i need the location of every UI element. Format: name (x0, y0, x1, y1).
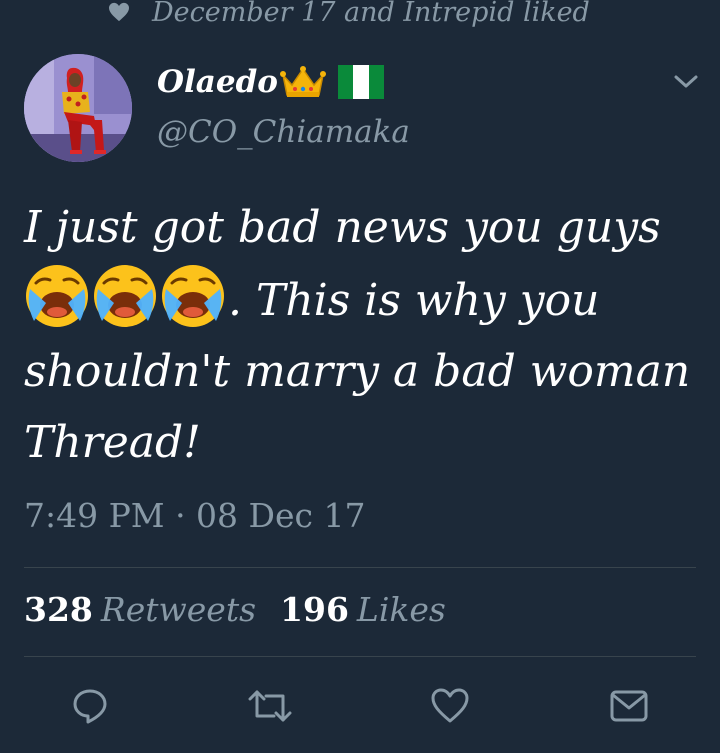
tweet-timestamp[interactable]: 7:49 PM · 08 Dec 17 (24, 496, 366, 535)
social-context-text: December 17 and Intrepid liked (152, 0, 590, 28)
heart-icon (109, 2, 129, 22)
crown-icon (279, 66, 326, 97)
author-handle[interactable]: @CO_Chiamaka (157, 114, 410, 150)
tweet-text-line: Thread! (24, 417, 201, 468)
author-name-row[interactable]: Olaedo (157, 60, 384, 104)
retweets-count[interactable]: 328 (24, 590, 93, 629)
emoji-group (24, 263, 228, 329)
avatar[interactable] (24, 54, 132, 162)
retweets-label[interactable]: Retweets (101, 590, 256, 629)
like-button[interactable] (428, 684, 472, 728)
likes-count[interactable]: 196 (280, 590, 349, 629)
author-display-name[interactable]: Olaedo (157, 64, 278, 100)
loudly-crying-face-icon (26, 265, 88, 327)
direct-message-icon (610, 690, 648, 722)
tweet-text-line: I just got bad news you guys (24, 202, 661, 253)
reply-button[interactable] (68, 684, 112, 728)
retweet-icon (248, 690, 292, 722)
direct-message-button[interactable] (607, 684, 651, 728)
retweet-button[interactable] (248, 684, 292, 728)
nigeria-flag-icon (337, 65, 384, 99)
loudly-crying-face-icon (162, 265, 224, 327)
social-context[interactable]: December 17 and Intrepid liked (108, 0, 590, 32)
divider (24, 567, 696, 568)
chevron-down-icon[interactable] (672, 72, 700, 92)
likes-label[interactable]: Likes (357, 590, 446, 629)
tweet-text-line: shouldn't marry a bad woman (24, 346, 691, 397)
loudly-crying-face-icon (94, 265, 156, 327)
tweet-text: I just got bad news you guys . This is w… (24, 192, 696, 478)
divider (24, 656, 696, 657)
tweet-text-line: . This is why you (24, 263, 696, 336)
tweet-stats: 328 Retweets 196 Likes (24, 590, 446, 629)
tweet-text-segment: . This is why you (228, 275, 600, 326)
reply-icon (73, 689, 107, 724)
like-icon (431, 688, 469, 723)
